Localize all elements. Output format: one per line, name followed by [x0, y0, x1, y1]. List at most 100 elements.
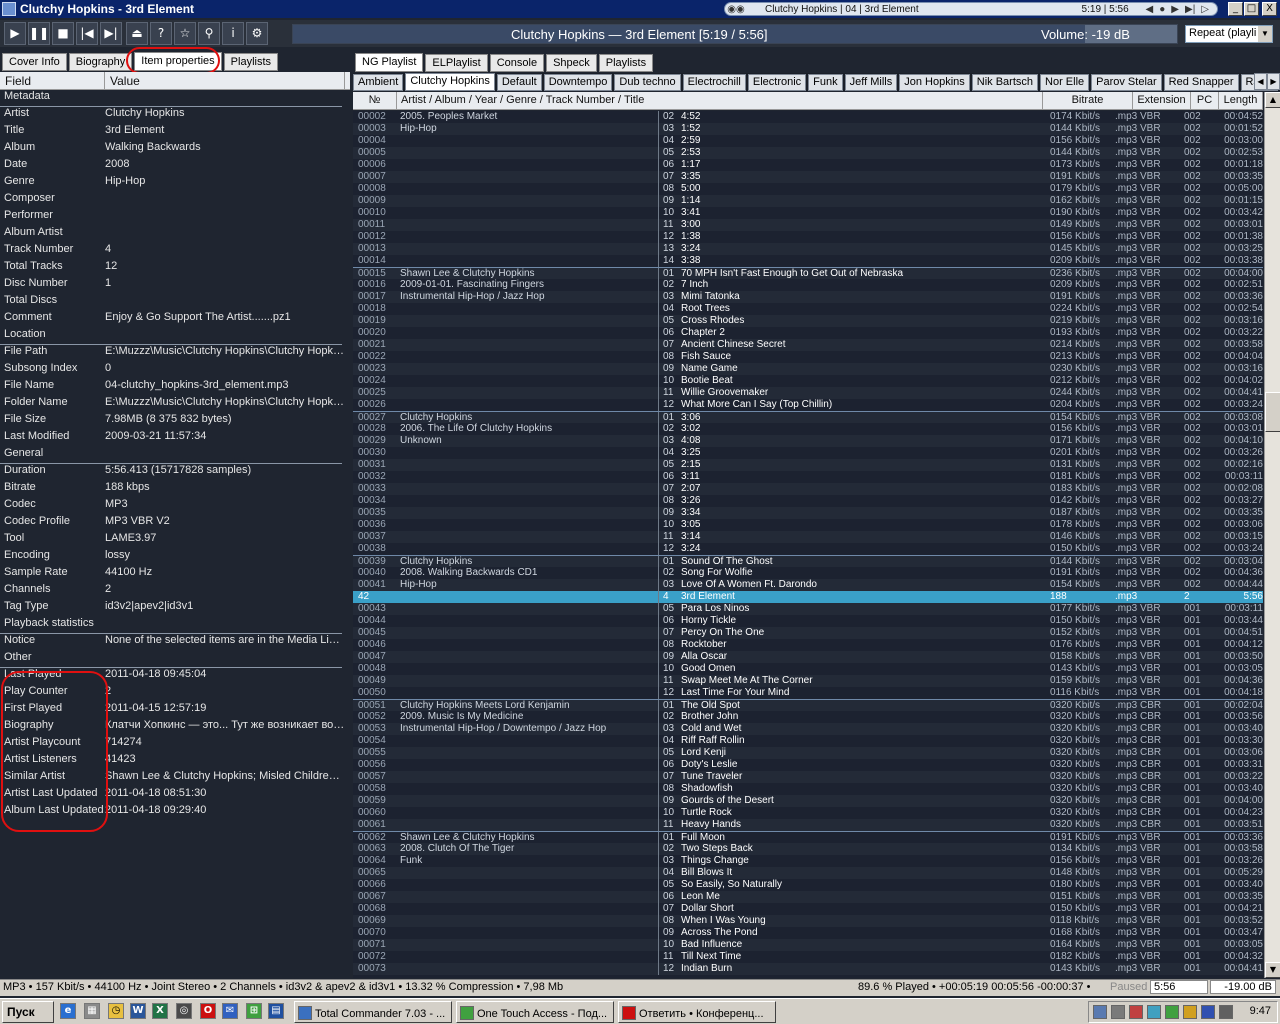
- property-row[interactable]: Comment Enjoy & Go Support The Artist....…: [0, 311, 350, 328]
- playlist-row[interactable]: 00026 12 What More Can I Say (Top Chillin)…: [353, 399, 1263, 411]
- property-row[interactable]: Artist Clutchy Hopkins: [0, 107, 350, 124]
- property-row[interactable]: Album Last Updated 2011-04-18 09:29:40: [0, 804, 350, 821]
- tabs-right-arrow-icon[interactable]: ▶: [1267, 73, 1280, 90]
- column-play-count[interactable]: PC: [1191, 92, 1219, 110]
- value-column-header[interactable]: Value: [105, 72, 345, 89]
- playlist-row[interactable]: 00029 Unknown 03 4:08 0171 Kbit/s .mp3 VBR 002…: [353, 435, 1263, 447]
- property-row[interactable]: Last Played 2011-04-18 09:45:04: [0, 668, 350, 685]
- property-row[interactable]: Play Counter 2: [0, 685, 350, 702]
- tab-item-properties[interactable]: Item properties: [134, 52, 222, 71]
- playlist-row[interactable]: 00049 11 Swap Meet Me At The Corner 0159 Kb…: [353, 675, 1263, 687]
- mini-stop-icon[interactable]: ●: [1159, 4, 1165, 15]
- eject-icon[interactable]: ⏏: [126, 22, 148, 45]
- playlist-row[interactable]: 00028 2006. The Life Of Clutchy Hopkins 02…: [353, 423, 1263, 435]
- property-row[interactable]: Tag Type id3v2|apev2|id3v1: [0, 600, 350, 617]
- property-row[interactable]: Artist Playcount 714274: [0, 736, 350, 753]
- property-row[interactable]: Track Number 4: [0, 243, 350, 260]
- tab-playlists-right[interactable]: Playlists: [598, 54, 654, 72]
- playlist-row[interactable]: 00003 Hip-Hop 03 1:52 0144 Kbit/s .mp3 VBR 002…: [353, 123, 1263, 135]
- property-row[interactable]: Artist Listeners 41423: [0, 753, 350, 770]
- playlist-row[interactable]: 00066 05 So Easily, So Naturally 0180 Kbit/…: [353, 879, 1263, 891]
- opera-icon[interactable]: O: [200, 1003, 216, 1019]
- network-icon[interactable]: [1093, 1005, 1107, 1019]
- playlist-row[interactable]: 00061 11 Heavy Hands 0320 Kbit/s .mp3 CBR 001…: [353, 819, 1263, 831]
- property-row[interactable]: Channels 2: [0, 583, 350, 600]
- playlist-row[interactable]: 00002 2005. Peoples Market 02 4:52 0174 Kbit…: [353, 111, 1263, 123]
- playlist-row[interactable]: 00020 06 Chapter 2 0193 Kbit/s .mp3 VBR 002 00…: [353, 327, 1263, 339]
- excel-icon[interactable]: X: [152, 1003, 168, 1019]
- close-button[interactable]: X: [1262, 2, 1277, 16]
- playlist-tab[interactable]: Ambient: [353, 74, 404, 91]
- chevron-down-icon[interactable]: ▼: [1258, 26, 1272, 42]
- playlist-tab[interactable]: Electrochill: [682, 74, 746, 91]
- playlist-row[interactable]: 00030 04 3:25 0201 Kbit/s .mp3 VBR 002 00:03:2…: [353, 447, 1263, 459]
- next-icon[interactable]: ▶|: [100, 22, 122, 45]
- playlist-row[interactable]: 00014 14 3:38 0209 Kbit/s .mp3 VBR 002 00:03:3…: [353, 255, 1263, 267]
- tab-shpeck[interactable]: Shpeck: [546, 54, 597, 72]
- property-row[interactable]: Total Discs: [0, 294, 350, 311]
- playlist-row[interactable]: 00032 06 3:11 0181 Kbit/s .mp3 VBR 002 00:03:1…: [353, 471, 1263, 483]
- playlist-row[interactable]: 00059 09 Gourds of the Desert 0320 Kbit/s .m…: [353, 795, 1263, 807]
- stop-icon[interactable]: ■: [52, 22, 74, 45]
- column-number[interactable]: №: [353, 92, 397, 110]
- browser-icon[interactable]: e: [60, 1003, 76, 1019]
- playlist-row[interactable]: 00036 10 3:05 0178 Kbit/s .mp3 VBR 002 00:03:0…: [353, 519, 1263, 531]
- property-row[interactable]: Bitrate 188 kbps: [0, 481, 350, 498]
- property-row[interactable]: Encoding lossy: [0, 549, 350, 566]
- play-icon[interactable]: ▶: [4, 22, 26, 45]
- playlist-row[interactable]: 00040 2008. Walking Backwards CD1 02 Song F…: [353, 567, 1263, 579]
- playlist-row[interactable]: 00004 04 2:59 0156 Kbit/s .mp3 VBR 002 00:03:0…: [353, 135, 1263, 147]
- previous-icon[interactable]: |◀: [76, 22, 98, 45]
- playlist-row[interactable]: 00034 08 3:26 0142 Kbit/s .mp3 VBR 002 00:03:2…: [353, 495, 1263, 507]
- tab-console[interactable]: Console: [489, 54, 545, 72]
- property-row[interactable]: Artist Last Updated 2011-04-18 08:51:30: [0, 787, 350, 804]
- mini-prev-icon[interactable]: ◀: [1146, 4, 1154, 15]
- messenger-icon[interactable]: [1147, 1005, 1161, 1019]
- playlist-row[interactable]: 00046 08 Rocktober 0176 Kbit/s .mp3 VBR 001 00…: [353, 639, 1263, 651]
- playlist-row[interactable]: 00015 Shawn Lee & Clutchy Hopkins 01 70 MPH…: [353, 267, 1263, 280]
- start-button[interactable]: Пуск: [2, 1001, 54, 1023]
- playlist-row[interactable]: 00021 07 Ancient Chinese Secret 0214 Kbit/s…: [353, 339, 1263, 351]
- tab-playlists[interactable]: Playlists: [223, 53, 279, 71]
- playlist-row[interactable]: 00008 08 5:00 0179 Kbit/s .mp3 VBR 002 00:05:0…: [353, 183, 1263, 195]
- mini-next-icon[interactable]: ▶|: [1185, 4, 1195, 15]
- playlist-row[interactable]: 00009 09 1:14 0162 Kbit/s .mp3 VBR 002 00:01:1…: [353, 195, 1263, 207]
- star-icon[interactable]: ☆: [174, 22, 196, 45]
- playlist-row[interactable]: 00024 10 Bootie Beat 0212 Kbit/s .mp3 VBR 002…: [353, 375, 1263, 387]
- tabs-left-arrow-icon[interactable]: ◀: [1254, 73, 1267, 90]
- playlist-row[interactable]: 00023 09 Name Game 0230 Kbit/s .mp3 VBR 002 00…: [353, 363, 1263, 375]
- playlist-row[interactable]: 00010 10 3:41 0190 Kbit/s .mp3 VBR 002 00:03:4…: [353, 207, 1263, 219]
- playlist-row[interactable]: 00051 Clutchy Hopkins Meets Lord Kenjamin…: [353, 699, 1263, 712]
- random-icon[interactable]: ?: [150, 22, 172, 45]
- playlist-row[interactable]: 00027 Clutchy Hopkins 01 3:06 0154 Kbit/s .mp…: [353, 411, 1263, 424]
- property-row[interactable]: Title 3rd Element: [0, 124, 350, 141]
- field-column-header[interactable]: Field: [0, 72, 105, 89]
- playlist-row[interactable]: 00043 05 Para Los Ninos 0177 Kbit/s .mp3 VBR…: [353, 603, 1263, 615]
- power-icon[interactable]: [1183, 1005, 1197, 1019]
- playlist-tab[interactable]: Funk: [808, 74, 843, 91]
- playlist-row[interactable]: 00054 04 Riff Raff Rollin 0320 Kbit/s .mp3 C…: [353, 735, 1263, 747]
- player-icon[interactable]: ◎: [176, 1003, 192, 1019]
- playlist-row[interactable]: 00033 07 2:07 0183 Kbit/s .mp3 VBR 002 00:02:0…: [353, 483, 1263, 495]
- info-icon[interactable]: i: [222, 22, 244, 45]
- scroll-down-icon[interactable]: ▼: [1265, 962, 1280, 978]
- calculator-icon[interactable]: ▦: [84, 1003, 100, 1019]
- task-total-commander[interactable]: Total Commander 7.03 - ...: [294, 1001, 452, 1023]
- property-row[interactable]: Duration 5:56.413 (15717828 samples): [0, 464, 350, 481]
- scroll-up-icon[interactable]: ▲: [1265, 92, 1280, 108]
- playlist-row[interactable]: 00038 12 3:24 0150 Kbit/s .mp3 VBR 002 00:03:2…: [353, 543, 1263, 555]
- property-row[interactable]: Total Tracks 12: [0, 260, 350, 277]
- property-row[interactable]: Codec Profile MP3 VBR V2: [0, 515, 350, 532]
- playlist-row[interactable]: 00057 07 Tune Traveler 0320 Kbit/s .mp3 CBR 0…: [353, 771, 1263, 783]
- column-title[interactable]: Artist / Album / Year / Genre / Track Nu…: [397, 92, 1043, 110]
- property-row[interactable]: File Size 7.98MB (8 375 832 bytes): [0, 413, 350, 430]
- shield-icon[interactable]: [1111, 1005, 1125, 1019]
- playlist-tab[interactable]: Default: [496, 74, 542, 91]
- tab-biography[interactable]: Biography: [68, 53, 133, 71]
- playlist-row[interactable]: 00047 09 Alla Oscar 0158 Kbit/s .mp3 VBR 001 0…: [353, 651, 1263, 663]
- clock-icon[interactable]: ◷: [108, 1003, 124, 1019]
- playlist-tab[interactable]: Jeff Mills: [844, 74, 898, 91]
- playlist-tab[interactable]: Electronic: [747, 74, 807, 91]
- property-row[interactable]: Folder Name E:\Muzzz\Music\Clutchy Hopkin…: [0, 396, 350, 413]
- playlist-row[interactable]: 00072 11 Till Next Time 0182 Kbit/s .mp3 VBR…: [353, 951, 1263, 963]
